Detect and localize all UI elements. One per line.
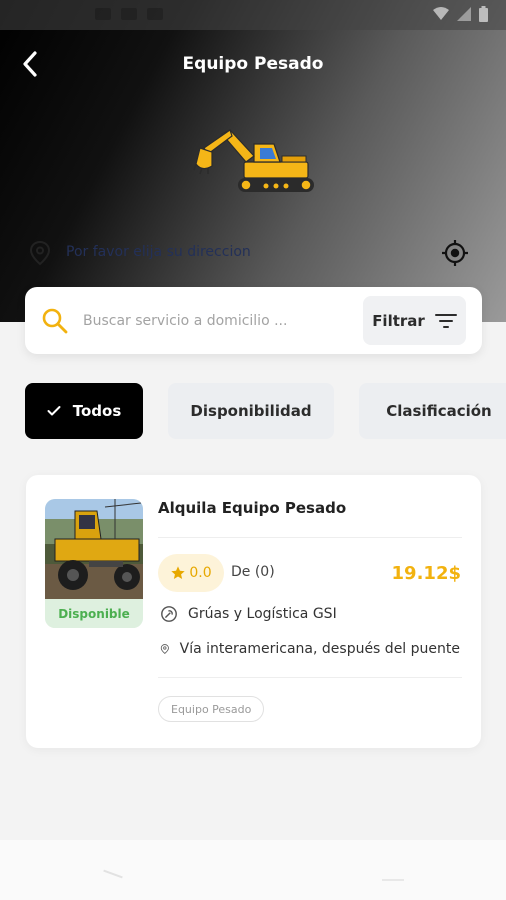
battery-icon (479, 6, 488, 22)
rating-badge: 0.0 (158, 554, 224, 592)
chip-clasificacion[interactable]: Clasificación (359, 383, 506, 439)
chip-label: Disponibilidad (190, 402, 312, 420)
search-icon (42, 308, 68, 334)
chip-disponibilidad[interactable]: Disponibilidad (168, 383, 334, 439)
star-icon (171, 566, 186, 579)
review-count: De (0) (231, 564, 275, 580)
chip-label: Clasificación (386, 402, 492, 420)
chip-todos[interactable]: Todos (25, 383, 143, 439)
service-address: Vía interamericana, después del puente (179, 641, 460, 657)
page-title: Equipo Pesado (182, 54, 324, 74)
location-pin-icon (29, 240, 51, 266)
bottom-nav (0, 840, 506, 900)
location-selector[interactable]: Por favor elija su direccion (28, 238, 478, 270)
divider (158, 537, 462, 538)
location-placeholder: Por favor elija su direccion (66, 244, 251, 260)
provider-row: Grúas y Logística GSI (160, 605, 460, 623)
search-input[interactable] (83, 307, 333, 335)
wrench-icon (161, 606, 177, 622)
crosshair-icon[interactable] (440, 238, 470, 268)
chip-label: Todos (72, 402, 122, 420)
availability-badge: Disponible (45, 599, 143, 628)
filter-button[interactable]: Filtrar (363, 296, 466, 345)
provider-name: Grúas y Logística GSI (188, 606, 337, 622)
check-icon (47, 406, 61, 416)
service-title: Alquila Equipo Pesado (158, 499, 347, 517)
divider (158, 677, 462, 678)
header-banner: Equipo Pesado Por favor elija su direcci… (0, 0, 506, 322)
signal-icon (457, 7, 471, 21)
search-bar: Filtrar (25, 287, 482, 354)
status-notification-icons (95, 8, 163, 20)
filter-label: Filtrar (372, 311, 425, 330)
wifi-icon (433, 7, 449, 20)
status-bar (0, 0, 506, 30)
service-card[interactable]: Disponible Alquila Equipo Pesado 0.0 De … (26, 475, 481, 748)
filter-icon (434, 313, 457, 328)
service-thumbnail: Disponible (45, 499, 143, 628)
status-icons (433, 6, 488, 22)
price: 19.12$ (391, 563, 461, 584)
location-pin-icon (160, 644, 169, 654)
rating-value: 0.0 (189, 565, 212, 581)
nav-home-gesture[interactable] (382, 879, 404, 881)
address-row: Vía interamericana, después del puente (160, 639, 460, 659)
grader-photo (45, 499, 143, 599)
category-tag[interactable]: Equipo Pesado (158, 696, 265, 722)
excavator-illustration (193, 129, 314, 192)
